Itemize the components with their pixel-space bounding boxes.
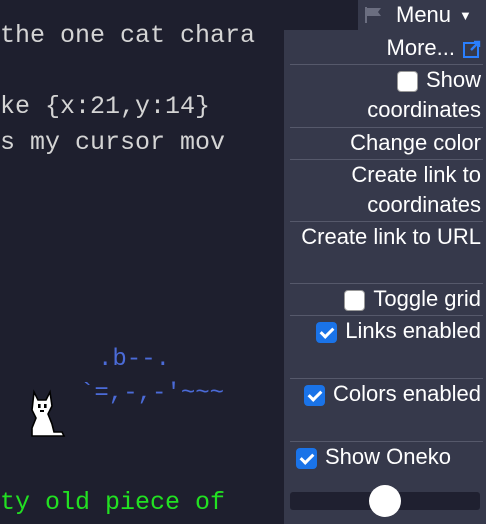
flag-icon [365,7,381,23]
menu-button[interactable]: Menu ▼ [358,0,486,30]
menu-item-toggle-grid-label: Toggle grid [373,286,481,311]
size-slider[interactable] [290,485,480,517]
links-enabled-checkbox[interactable] [316,321,338,343]
canvas-text-line-2: ke {x:21,y:14} [0,92,226,121]
menu-item-create-link-coordinates[interactable]: Create link to coordinates [290,159,483,221]
menu-item-show-coordinates[interactable]: Show coordinates [290,64,483,127]
ascii-art-line-1: .b--. [98,346,171,373]
show-oneko-checkbox[interactable] [296,447,317,469]
menu-item-more[interactable]: More... [290,30,483,64]
canvas-text-line-1: the one cat chara [0,21,256,50]
canvas-text-line-3: s my cursor mov [0,128,226,157]
menu-item-create-link-coordinates-label: Create link to coordinates [351,162,481,217]
colors-enabled-checkbox[interactable] [304,384,326,406]
menu-item-show-oneko[interactable]: Show Oneko [290,441,483,473]
caret-down-icon: ▼ [459,7,472,23]
show-coordinates-checkbox[interactable] [396,70,418,92]
menu-dropdown: More... Show coordinates Change color Cr… [284,30,486,524]
menu-item-links-enabled[interactable]: Links enabled [290,315,483,378]
canvas-text-line-4: ty old piece of [0,488,226,517]
menu-item-links-enabled-label: Links enabled [345,318,481,343]
menu-item-colors-enabled[interactable]: Colors enabled [290,378,483,441]
menu-item-show-oneko-label: Show Oneko [325,444,451,469]
menu-button-label: Menu [396,2,452,27]
menu-item-create-link-url[interactable]: Create link to URL [290,221,483,283]
menu-item-change-color-label: Change color [350,130,481,155]
menu-item-show-coordinates-label: Show coordinates [367,67,481,122]
menu-item-toggle-grid[interactable]: Toggle grid [290,283,483,315]
external-link-icon [463,40,481,59]
toggle-grid-checkbox[interactable] [344,289,366,311]
menu-item-colors-enabled-label: Colors enabled [333,381,481,406]
menu-item-change-color[interactable]: Change color [290,127,483,159]
ascii-art-line-2: `=,-,-'~~~ [80,380,225,407]
menu-item-create-link-url-label: Create link to URL [301,224,481,249]
slider-knob[interactable] [369,485,401,517]
cat-sprite [31,389,66,437]
menu-item-more-label: More... [386,35,455,60]
